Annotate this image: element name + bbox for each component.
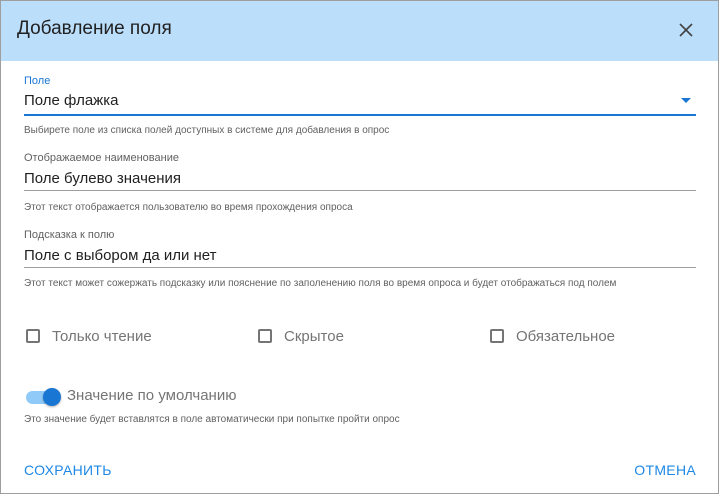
readonly-checkbox[interactable]: Только чтение	[26, 326, 152, 346]
field-hint-hint: Этот текст может сожержать подсказку или…	[24, 278, 617, 289]
display-name-underline	[24, 190, 696, 191]
display-name-input[interactable]: Поле булево значения	[24, 170, 181, 187]
add-field-dialog: Добавление поля Поле Поле флажка Выбирет…	[0, 0, 719, 494]
field-select-label: Поле	[24, 75, 51, 87]
cancel-button[interactable]: ОТМЕНА	[634, 462, 696, 478]
toggle-thumb[interactable]	[43, 388, 61, 406]
readonly-checkbox-label: Только чтение	[52, 327, 152, 345]
field-select[interactable]: Поле Поле флажка	[24, 75, 696, 117]
display-name-hint: Этот текст отображается пользователю во …	[24, 202, 353, 213]
field-select-value: Поле флажка	[24, 92, 119, 109]
default-value-hint: Это значение будет вставлятся в поле авт…	[24, 414, 400, 425]
field-hint-underline	[24, 267, 696, 268]
display-name-field[interactable]: Отображаемое наименование Поле булево зн…	[24, 152, 696, 192]
readonly-checkbox-box[interactable]	[26, 329, 40, 343]
hidden-checkbox-box[interactable]	[258, 329, 272, 343]
field-hint-field[interactable]: Подсказка к полю Поле с выбором да или н…	[24, 229, 696, 269]
field-hint-input[interactable]: Поле с выбором да или нет	[24, 247, 217, 264]
dialog-header: Добавление поля	[1, 1, 718, 61]
required-checkbox[interactable]: Обязательное	[490, 326, 615, 346]
save-button[interactable]: СОХРАНИТЬ	[24, 462, 112, 478]
close-button[interactable]	[676, 20, 696, 40]
default-value-label: Значение по умолчанию	[67, 387, 237, 404]
required-checkbox-label: Обязательное	[516, 327, 616, 345]
default-value-toggle[interactable]	[24, 388, 61, 406]
field-select-underline	[24, 114, 696, 116]
hidden-checkbox[interactable]: Скрытое	[258, 326, 344, 346]
dropdown-arrow-icon[interactable]	[681, 98, 691, 103]
field-hint-label: Подсказка к полю	[24, 229, 115, 241]
close-icon	[679, 23, 693, 37]
required-checkbox-box[interactable]	[490, 329, 504, 343]
hidden-checkbox-label: Скрытое	[284, 327, 344, 345]
display-name-label: Отображаемое наименование	[24, 152, 179, 164]
dialog-title: Добавление поля	[17, 18, 172, 39]
field-select-hint: Выбирете поле из списка полей доступных …	[24, 125, 390, 136]
